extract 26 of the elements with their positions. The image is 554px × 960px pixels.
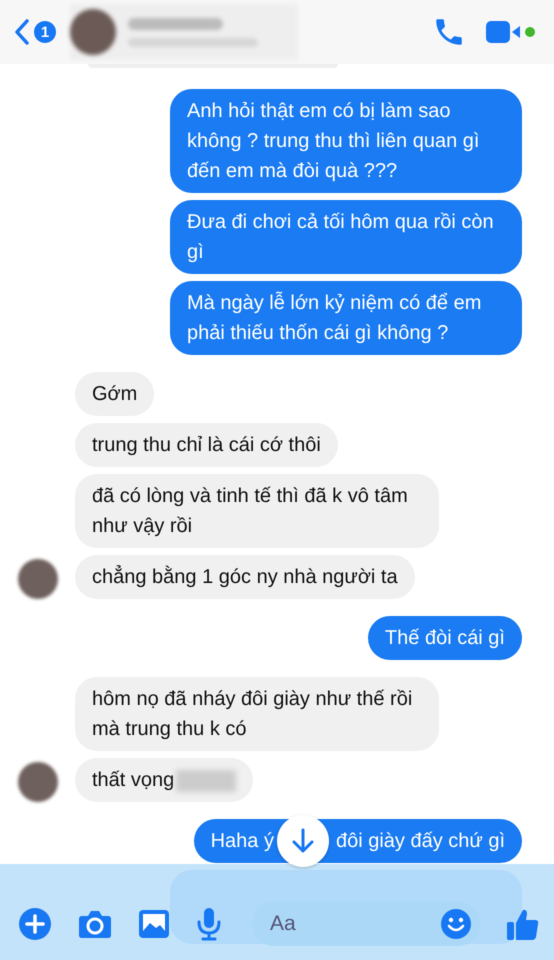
message-text: Anh hỏi thật em có bị làm sao không ? trung thu thì liên quan gì đến em mà đòi quà ??? [187, 100, 480, 182]
microphone-icon[interactable] [196, 907, 222, 941]
smiley-icon[interactable] [440, 908, 472, 940]
message-text: Haha ý [210, 829, 274, 854]
message-text: chẳng bằng 1 góc ny nhà người ta [92, 566, 398, 588]
message-text: đã có lòng và tinh tế thì đã k vô tâm như vậy rồi [92, 485, 408, 537]
message-text: đôi giày đấy chứ gì [336, 829, 505, 854]
avatar [18, 559, 58, 599]
message-text: Mà ngày lễ lớn kỷ niệm có để em phải thiếu thốn cái gì không ? [187, 292, 482, 344]
message-text: hôm nọ đã nháy đôi giày như thế rồi mà trung thu k có [92, 688, 412, 740]
message-text: Gớm [92, 383, 138, 405]
thumbs-up-icon[interactable] [506, 907, 540, 941]
message-input[interactable]: Aa [252, 902, 480, 946]
message-text: Đưa đi chơi cả tối hôm qua rồi còn gì [187, 211, 494, 263]
camera-icon[interactable] [78, 909, 112, 939]
chevron-left-icon [14, 18, 30, 46]
avatar [18, 762, 58, 802]
blurred-emoji [176, 770, 236, 792]
message-text: trung thu chỉ là cái cớ thôi [92, 434, 321, 456]
message-text: thất vọng [92, 769, 174, 791]
unread-badge: 1 [34, 21, 56, 43]
image-icon[interactable] [138, 909, 170, 939]
message-text: Thế đòi cái gì [384, 627, 505, 649]
arrow-down-icon [292, 828, 314, 854]
plus-icon[interactable] [18, 907, 52, 941]
back-button[interactable]: 1 [14, 18, 56, 46]
